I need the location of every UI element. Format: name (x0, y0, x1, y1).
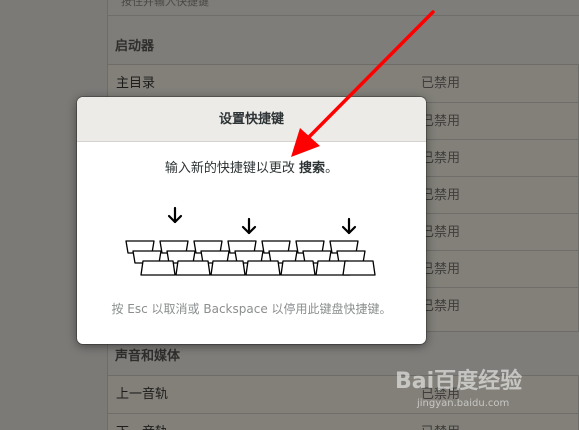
dialog-header: 设置快捷键 (77, 97, 426, 142)
shortcut-row-next-track[interactable]: 下一音轨 已禁用 (108, 413, 579, 430)
keycaps (125, 240, 376, 276)
instruction-prefix: 输入新的快捷键以更改 (164, 161, 300, 176)
down-arrow-icon (241, 217, 257, 235)
instruction-suffix: 。 (325, 161, 339, 176)
shortcut-row-status: 已禁用 (421, 262, 461, 277)
shortcut-row-status: 已禁用 (421, 387, 461, 402)
set-shortcut-dialog: 设置快捷键 输入新的快捷键以更改 搜索。 按 Esc 以取消或 Backspac… (77, 97, 426, 344)
shortcut-row-status: 已禁用 (421, 76, 461, 91)
media-list: 上一音轨 已禁用 下一音轨 已禁用 (107, 375, 579, 430)
dialog-hint: 按 Esc 以取消或 Backspace 以停用此键盘快捷键。 (111, 302, 392, 316)
down-arrow-icon (167, 206, 183, 224)
shortcut-row-label: 下一音轨 (116, 414, 168, 430)
keyboard-illustration (125, 206, 376, 276)
partial-top-row: 按住并输入快捷键 (107, 0, 579, 16)
dialog-instruction: 输入新的快捷键以更改 搜索。 (77, 157, 426, 176)
shortcut-row-status: 已禁用 (421, 151, 461, 166)
instruction-target: 搜索 (299, 161, 326, 176)
dialog-title: 设置快捷键 (218, 112, 284, 127)
section-title-launchers: 启动器 (115, 39, 155, 54)
partial-top-row-text: 按住并输入快捷键 (121, 0, 209, 8)
shortcut-row-status: 已禁用 (421, 188, 461, 203)
shortcut-row-status: 已禁用 (421, 414, 460, 430)
down-arrow-icon (341, 217, 357, 235)
section-title-media: 声音和媒体 (115, 349, 181, 364)
shortcut-row-previous-track[interactable]: 上一音轨 已禁用 (108, 376, 579, 413)
shortcut-row-label: 上一音轨 (116, 387, 169, 402)
shortcut-row-status: 已禁用 (421, 114, 461, 129)
shortcut-row-status: 已禁用 (421, 225, 461, 240)
shortcut-row-status: 已禁用 (421, 299, 461, 314)
